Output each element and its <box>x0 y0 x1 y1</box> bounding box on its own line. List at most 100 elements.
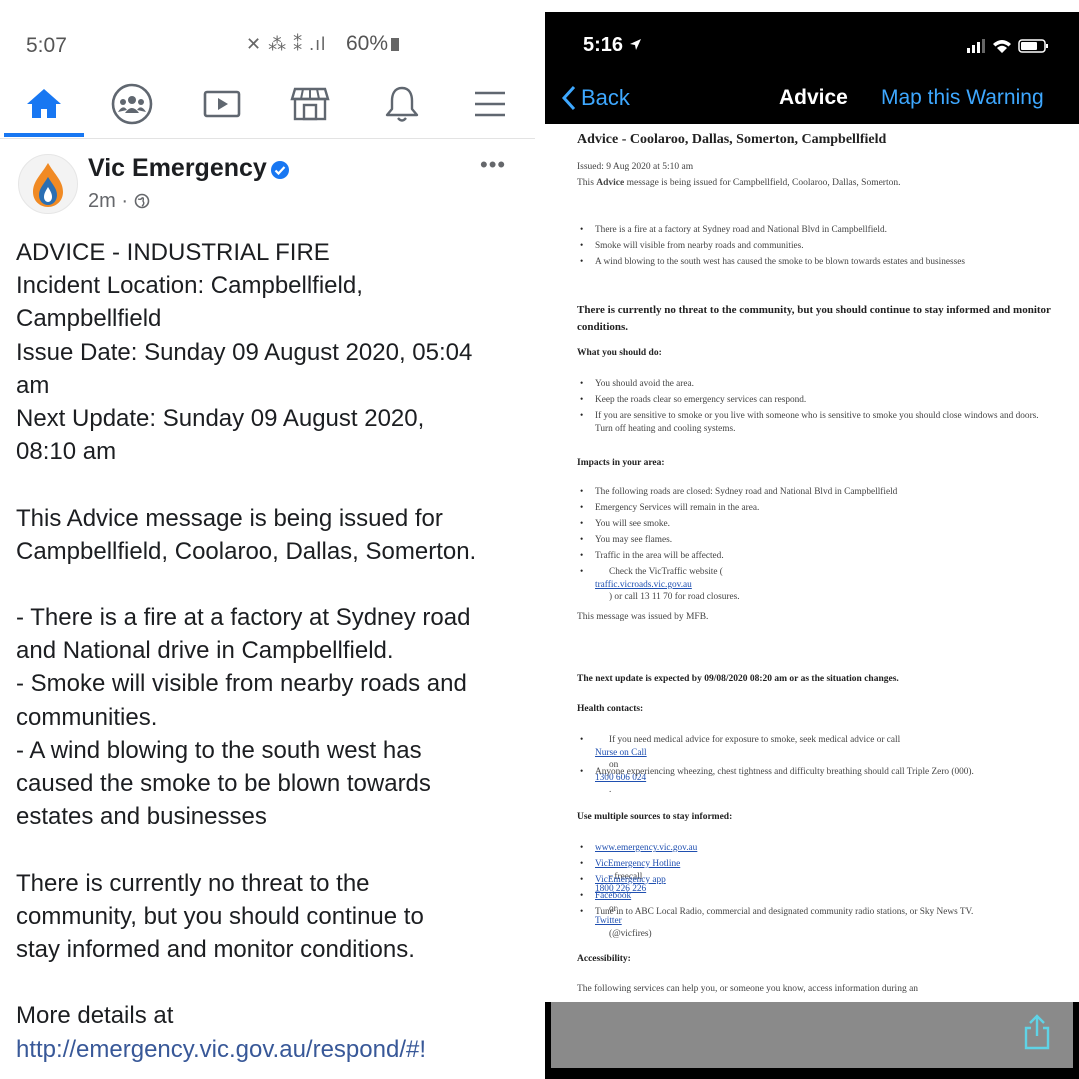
post-text-line: More details at <box>16 1002 174 1030</box>
tab-groups[interactable] <box>104 80 160 128</box>
facebook-post: Vic Emergency 2m · ••• ADVICE - INDUSTRI… <box>0 140 535 1079</box>
status-bar: 5:07 ✕ ⁂ ⁑ .ıl 60% <box>0 0 535 70</box>
post-text-line: Campbellfield <box>16 305 162 333</box>
back-label: Back <box>581 85 630 110</box>
accessibility-text: The following services can help you, or … <box>577 984 919 994</box>
what-you-should-do-heading: What you should do: <box>577 348 662 358</box>
issued-for: This Advice message is being issued for … <box>577 178 901 188</box>
post-text-line: - A wind blowing to the south west has <box>16 736 422 764</box>
status-icons <box>967 39 1048 53</box>
share-icon[interactable] <box>1017 1012 1057 1052</box>
hotline-link[interactable]: VicEmergency Hotline <box>595 859 680 869</box>
post-text-line: Issue Date: Sunday 09 August 2020, 05:04 <box>16 338 473 366</box>
tab-notifications[interactable] <box>374 80 430 128</box>
list-item: www.emergency.vic.gov.au <box>580 842 1051 855</box>
list-item: Traffic in the area will be affected. <box>580 550 1051 563</box>
bell-icon <box>385 86 419 122</box>
list-item: Smoke will visible from nearby roads and… <box>580 240 1051 253</box>
battery-icon <box>391 38 400 51</box>
facebook-link[interactable]: Facebook <box>595 891 631 901</box>
facebook-screenshot: 5:07 ✕ ⁂ ⁑ .ıl 60% Vic Emergency 2m · ••… <box>0 0 535 1079</box>
list-item: A wind blowing to the south west has cau… <box>580 256 1051 269</box>
post-text-line: Campbellfield, Coolaroo, Dallas, Somerto… <box>16 537 477 565</box>
tab-watch[interactable] <box>194 80 250 128</box>
groups-icon <box>111 83 153 125</box>
list-item: You will see smoke. <box>580 518 1051 531</box>
post-text-line: am <box>16 371 50 399</box>
post-text-line: There is currently no threat to the <box>16 869 370 897</box>
menu-icon <box>475 91 505 117</box>
vic-emergency-logo-icon <box>33 163 63 207</box>
app-link[interactable]: VicEmergency app <box>595 875 666 885</box>
globe-icon <box>134 193 149 209</box>
post-text-line: - Smoke will visible from nearby roads a… <box>16 670 467 698</box>
issued-date: Issued: 9 Aug 2020 at 5:10 am <box>577 162 694 172</box>
post-text-line: Next Update: Sunday 09 August 2020, <box>16 404 425 432</box>
map-this-warning-button[interactable]: Map this Warning <box>881 86 1044 110</box>
list-item: You may see flames. <box>580 534 1051 547</box>
chevron-left-icon <box>561 85 576 111</box>
list-item: VicEmergency app <box>580 874 1051 887</box>
post-text-line: estates and businesses <box>16 803 267 831</box>
list-item: Anyone experiencing wheezing, chest tigh… <box>580 766 1051 779</box>
post-text-line: - There is a fire at a factory at Sydney… <box>16 604 471 632</box>
list-item: The following roads are closed: Sydney r… <box>580 486 1051 499</box>
advice-document: Advice - Coolaroo, Dallas, Somerton, Cam… <box>545 124 1079 1002</box>
tab-menu[interactable] <box>462 80 518 128</box>
threat-statement: There is currently no threat to the comm… <box>577 304 1051 333</box>
post-time: 2m · <box>88 190 150 213</box>
more-options-icon[interactable]: ••• <box>480 152 506 178</box>
nurse-on-call-link[interactable]: Nurse on Call <box>595 748 647 758</box>
battery-level: 60% <box>346 32 400 56</box>
post-text-line: This Advice message is being issued for <box>16 504 443 532</box>
avatar[interactable] <box>18 154 78 214</box>
list-item: If you are sensitive to smoke or you liv… <box>580 410 1051 435</box>
home-icon <box>27 89 61 118</box>
ios-browser-screenshot: 5:16 Back Advice Map this Warning Advice… <box>545 12 1079 1079</box>
tab-marketplace[interactable] <box>282 80 338 128</box>
facebook-tab-bar <box>0 72 535 139</box>
list-item: Keep the roads clear so emergency servic… <box>580 394 1051 407</box>
verified-badge-icon <box>271 161 289 179</box>
list-item: You should avoid the area. <box>580 378 1051 391</box>
emergency-website-link[interactable]: www.emergency.vic.gov.au <box>595 843 697 853</box>
post-text: ADVICE - INDUSTRIAL FIRE Incident Locatio… <box>16 236 526 1066</box>
post-text-line: stay informed and monitor conditions. <box>16 935 415 963</box>
active-tab-indicator <box>4 133 84 137</box>
list-item: Emergency Services will remain in the ar… <box>580 502 1051 515</box>
post-text-line: ADVICE - INDUSTRIAL FIRE <box>16 239 330 266</box>
advice-title: Advice - Coolaroo, Dallas, Somerton, Cam… <box>577 132 887 147</box>
post-text-line: caused the smoke to be blown towards <box>16 770 431 797</box>
watch-icon <box>203 90 241 118</box>
list-item: Tune in to ABC Local Radio, commercial a… <box>580 906 1051 919</box>
browser-toolbar <box>551 1002 1073 1068</box>
accessibility-heading: Accessibility: <box>577 954 631 964</box>
post-text-line: community, but you should continue to <box>16 902 424 930</box>
impacts-heading: Impacts in your area: <box>577 458 665 468</box>
tab-home[interactable] <box>16 80 72 128</box>
post-text-line: and National drive in Campbellfield. <box>16 637 394 665</box>
location-arrow-icon <box>629 39 641 50</box>
details-link[interactable]: http://emergency.vic.gov.au/respond/#! <box>16 1033 526 1066</box>
next-update: The next update is expected by 09/08/202… <box>577 674 899 684</box>
issued-by: This message was issued by MFB. <box>577 612 709 622</box>
list-item: Check the VicTraffic website (traffic.vi… <box>580 566 1051 604</box>
health-contacts-heading: Health contacts: <box>577 704 644 714</box>
back-button[interactable]: Back <box>561 84 630 112</box>
status-icons: ✕ ⁂ ⁑ .ıl <box>246 34 327 54</box>
sources-heading: Use multiple sources to stay informed: <box>577 812 733 822</box>
status-time: 5:16 <box>583 34 642 57</box>
list-item: There is a fire at a factory at Sydney r… <box>580 224 1051 237</box>
post-text-line: 08:10 am <box>16 438 117 466</box>
marketplace-icon <box>290 87 330 121</box>
post-text-line: Incident Location: Campbellfield, <box>16 272 363 300</box>
page-name[interactable]: Vic Emergency <box>88 154 267 183</box>
post-text-line: communities. <box>16 703 158 731</box>
victraffic-link[interactable]: traffic.vicroads.vic.gov.au <box>595 580 692 590</box>
page-title: Advice <box>779 86 848 109</box>
status-time: 5:07 <box>26 34 67 57</box>
